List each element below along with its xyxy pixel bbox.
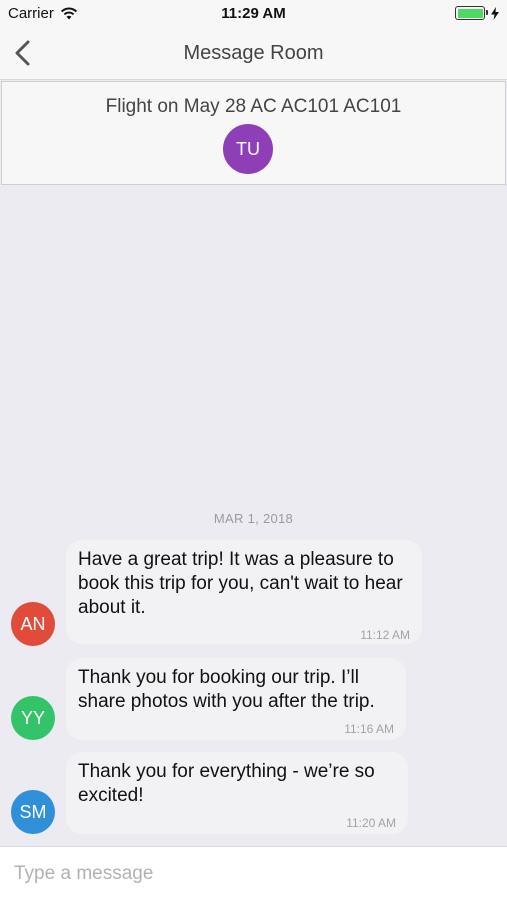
message-text: Thank you for everything - we’re so exci… [78,761,375,806]
sender-avatar[interactable]: YY [11,696,55,740]
date-divider: MAR 1, 2018 [213,511,294,526]
sender-avatar[interactable]: SM [11,790,55,834]
charging-bolt-icon [491,6,499,20]
message-time: 11:16 AM [344,722,394,736]
status-time: 11:29 AM [221,5,286,22]
message-bubble[interactable]: Have a great trip! It was a pleasure to … [66,540,422,644]
message-text: Thank you for booking our trip. I’ll sha… [78,667,375,712]
trip-header: Flight on May 28 AC AC101 AC101 TU [1,81,506,185]
trip-avatar[interactable]: TU [223,124,273,174]
status-bar: Carrier 11:29 AM [0,0,507,28]
message-time: 11:12 AM [360,628,410,642]
message-bubble[interactable]: Thank you for booking our trip. I’ll sha… [66,658,406,740]
sender-avatar[interactable]: AN [11,602,55,646]
message-input[interactable] [0,847,507,900]
battery-fill [457,8,483,18]
message-composer [0,846,507,900]
battery-icon [455,6,488,20]
message-time: 11:20 AM [346,816,396,830]
message-bubble[interactable]: Thank you for everything - we’re so exci… [66,752,408,834]
message-text: Have a great trip! It was a pleasure to … [78,549,403,618]
trip-title: Flight on May 28 AC AC101 AC101 [105,96,402,117]
page-title: Message Room [183,42,324,64]
nav-bar: Message Room [0,28,507,80]
status-right [455,6,499,20]
